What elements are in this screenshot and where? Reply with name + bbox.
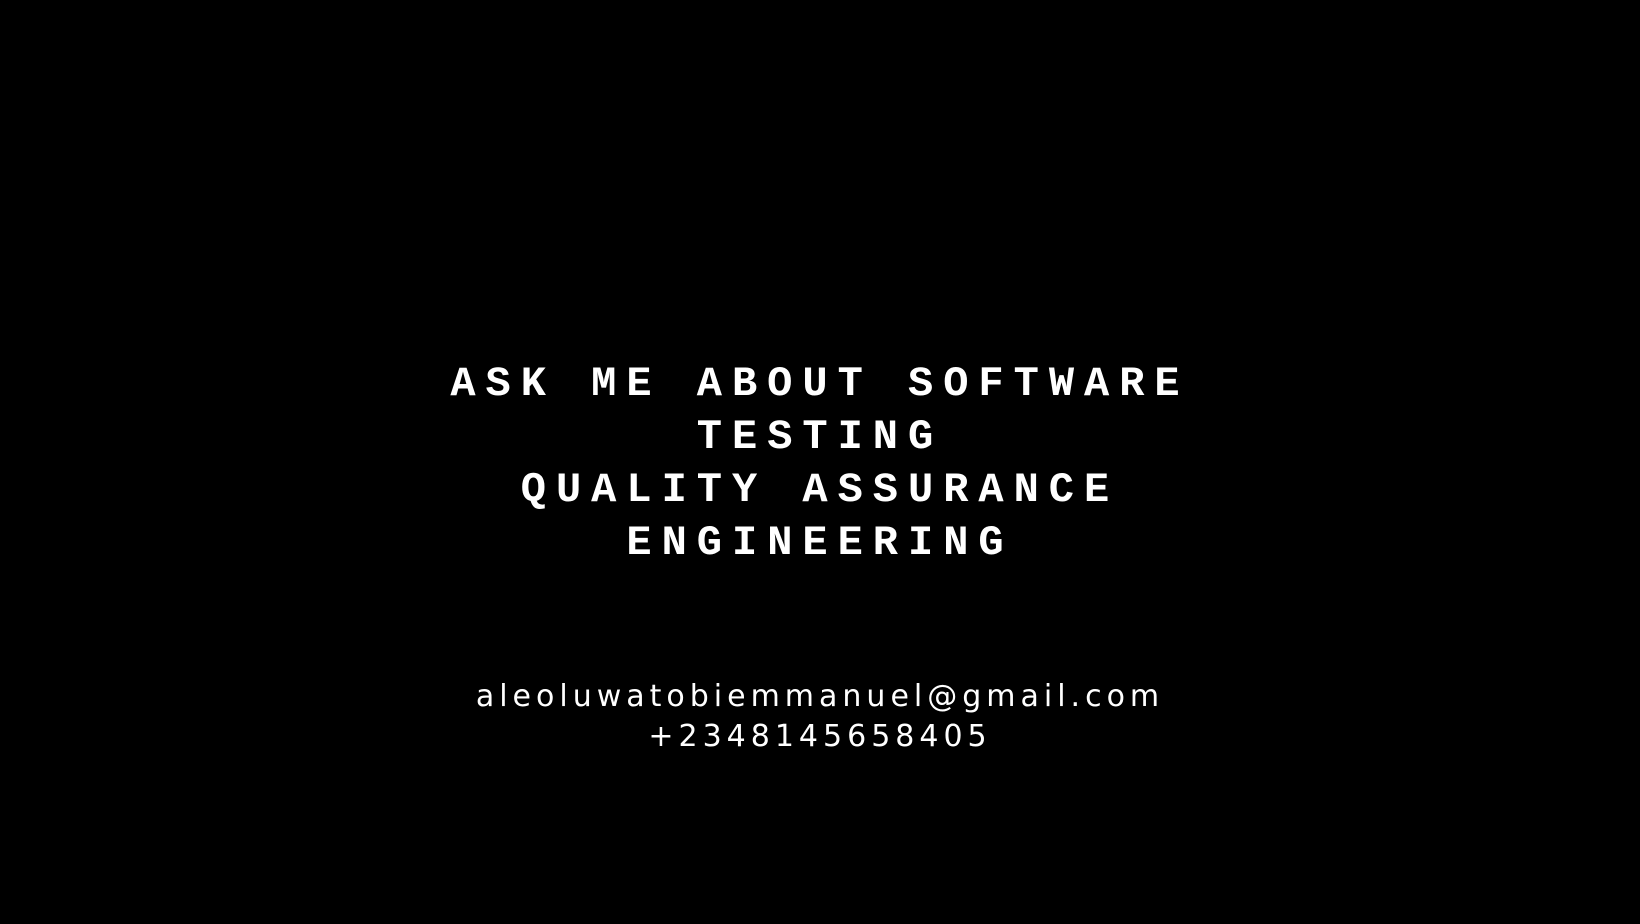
headline: ASK ME ABOUT SOFTWARE TESTING QUALITY AS…	[0, 358, 1640, 570]
email-text: aleoluwatobiemmanuel@gmail.com	[475, 679, 1165, 714]
headline-line-2: TESTING	[696, 413, 944, 461]
headline-line-4: ENGINEERING	[626, 519, 1014, 567]
contact-block: aleoluwatobiemmanuel@gmail.com +23481456…	[0, 677, 1640, 757]
headline-line-1: ASK ME ABOUT SOFTWARE	[450, 360, 1190, 408]
slide-canvas: ASK ME ABOUT SOFTWARE TESTING QUALITY AS…	[0, 0, 1640, 924]
headline-line-3: QUALITY ASSURANCE	[520, 466, 1120, 514]
phone-text: +2348145658405	[648, 719, 992, 754]
